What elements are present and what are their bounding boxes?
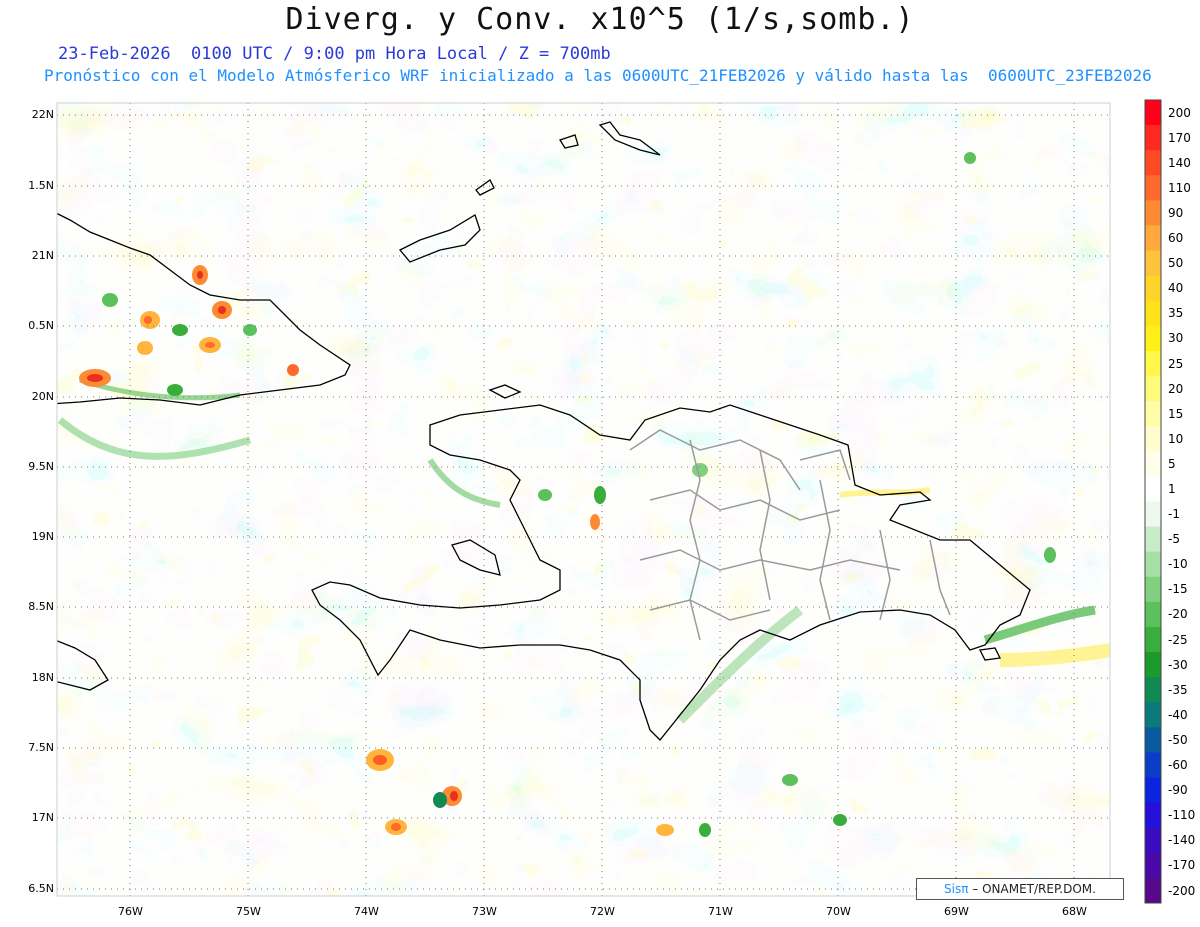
- colorbar-swatch: [1145, 451, 1161, 477]
- lat-label: 1.5N: [28, 179, 54, 192]
- colorbar-swatch: [1145, 852, 1161, 879]
- lon-label: 69W: [944, 905, 969, 918]
- colorbar-label: 90: [1168, 205, 1184, 220]
- colorbar-swatch: [1145, 275, 1161, 302]
- colorbar-swatch: [1145, 200, 1161, 226]
- divergence-map: [56, 99, 1162, 904]
- colorbar-swatch: [1145, 827, 1161, 854]
- colorbar-label: -140: [1168, 833, 1196, 848]
- colorbar: [1144, 99, 1162, 904]
- colorbar-label: -5: [1168, 532, 1180, 547]
- colorbar-label: 35: [1168, 306, 1184, 321]
- colorbar-label: -35: [1168, 682, 1188, 697]
- colorbar-swatch: [1145, 526, 1161, 553]
- lat-label: 19N: [31, 530, 54, 543]
- colorbar-swatch: [1145, 576, 1161, 603]
- lat-label: 8.5N: [28, 600, 54, 613]
- lat-label: 20N: [31, 390, 54, 403]
- colorbar-swatch: [1145, 476, 1161, 502]
- lat-label: 21N: [31, 249, 54, 262]
- colorbar-label: -10: [1168, 557, 1188, 572]
- colorbar-swatch: [1145, 551, 1161, 578]
- colorbar-label: -60: [1168, 758, 1188, 772]
- colorbar-swatch: [1145, 677, 1161, 703]
- lat-label: 0.5N: [28, 319, 54, 332]
- colorbar-label: 50: [1168, 256, 1184, 271]
- colorbar-label: 25: [1168, 356, 1184, 371]
- colorbar-swatch: [1145, 652, 1161, 678]
- lon-label: 70W: [826, 905, 851, 918]
- colorbar-swatch: [1145, 752, 1161, 779]
- lat-label: 6.5N: [28, 882, 54, 895]
- lat-label: 7.5N: [28, 741, 54, 754]
- colorbar-label: 1: [1168, 482, 1176, 496]
- lon-label: 73W: [472, 905, 497, 918]
- colorbar-swatch: [1145, 802, 1161, 829]
- colorbar-label: -20: [1168, 607, 1188, 622]
- lon-label: 74W: [354, 905, 379, 918]
- colorbar-swatch: [1145, 325, 1161, 352]
- colorbar-label: 140: [1168, 155, 1191, 170]
- colorbar-label: -1: [1168, 507, 1180, 521]
- field-noise: [57, 103, 1110, 896]
- colorbar-swatch: [1145, 250, 1161, 277]
- lon-label: 75W: [236, 905, 261, 918]
- colorbar-swatch: [1145, 777, 1161, 804]
- colorbar-swatch: [1145, 626, 1161, 653]
- credit-brand: Sisπ: [944, 882, 969, 896]
- lon-label: 68W: [1062, 905, 1087, 918]
- colorbar-swatch: [1145, 877, 1161, 904]
- colorbar-swatch: [1145, 426, 1161, 452]
- credit-box: Sisπ – ONAMET/REP.DOM.: [916, 878, 1124, 900]
- colorbar-swatch: [1145, 100, 1161, 126]
- lon-label: 72W: [590, 905, 615, 918]
- colorbar-label: -50: [1168, 732, 1188, 747]
- lat-label: 22N: [31, 108, 54, 121]
- colorbar-swatch: [1145, 175, 1161, 201]
- colorbar-swatch: [1145, 401, 1161, 427]
- colorbar-swatch: [1145, 225, 1161, 252]
- colorbar-swatch: [1145, 601, 1161, 628]
- colorbar-label: -15: [1168, 582, 1188, 597]
- colorbar-swatch: [1145, 702, 1161, 728]
- lon-label: 76W: [118, 905, 143, 918]
- lon-label: 71W: [708, 905, 733, 918]
- colorbar-label: -110: [1168, 808, 1196, 823]
- colorbar-label: 5: [1168, 456, 1176, 471]
- colorbar-label: 10: [1168, 431, 1184, 446]
- colorbar-label: 110: [1168, 180, 1191, 195]
- colorbar-label: -25: [1168, 632, 1188, 647]
- colorbar-label: -90: [1168, 783, 1188, 798]
- colorbar-label: -170: [1168, 858, 1196, 873]
- lat-label: 18N: [31, 671, 54, 684]
- colorbar-label: 15: [1168, 406, 1184, 421]
- colorbar-swatch: [1145, 300, 1161, 327]
- colorbar-swatch: [1145, 350, 1161, 377]
- colorbar-label: -30: [1168, 657, 1188, 672]
- colorbar-label: 200: [1168, 105, 1191, 120]
- colorbar-swatch: [1145, 501, 1161, 528]
- colorbar-label: 170: [1168, 130, 1191, 145]
- colorbar-swatch: [1145, 727, 1161, 753]
- colorbar-swatch: [1145, 376, 1161, 402]
- lat-label: 9.5N: [28, 460, 54, 473]
- colorbar-label: 60: [1168, 231, 1184, 245]
- lat-label: 17N: [31, 811, 54, 824]
- colorbar-label: -200: [1168, 883, 1196, 898]
- colorbar-label: 40: [1168, 281, 1184, 296]
- colorbar-label: -40: [1168, 707, 1188, 722]
- colorbar-swatch: [1145, 150, 1161, 176]
- colorbar-label: 20: [1168, 381, 1184, 396]
- colorbar-label: 30: [1168, 331, 1184, 346]
- colorbar-swatch: [1145, 125, 1161, 151]
- credit-text: – ONAMET/REP.DOM.: [972, 882, 1096, 896]
